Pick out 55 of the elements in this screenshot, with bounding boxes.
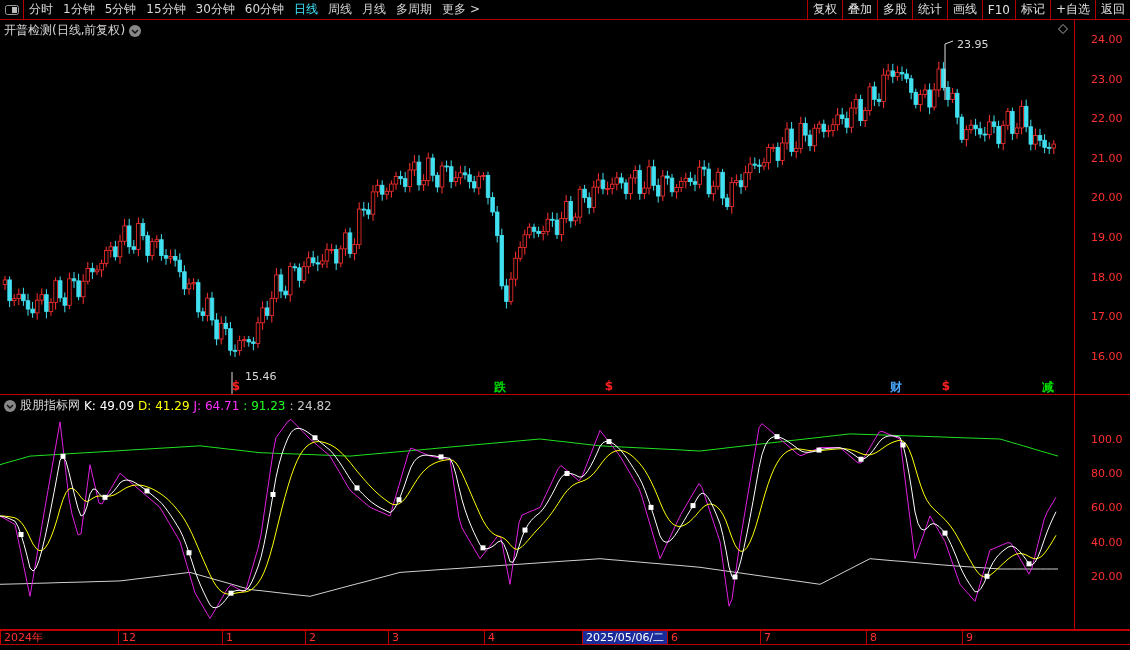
period-tab[interactable]: 1分钟	[58, 0, 100, 19]
period-tab[interactable]: 多周期	[391, 0, 438, 19]
indicator-reading: D: 41.29	[138, 398, 190, 413]
date-axis-label: 1	[222, 631, 236, 644]
date-axis-label: 4	[484, 631, 498, 644]
price-axis-label: 24.00	[1091, 32, 1123, 46]
event-marker: $	[231, 379, 241, 393]
period-tab[interactable]: 5分钟	[99, 0, 142, 19]
indicator-axis-label: 100.0	[1091, 432, 1123, 446]
price-axis-label: 22.00	[1091, 111, 1123, 125]
event-marker: $	[604, 379, 614, 393]
diamond-icon[interactable]	[1058, 24, 1068, 34]
date-axis-label: 12	[118, 631, 139, 644]
date-axis-label: 2025/05/06/二	[582, 631, 668, 644]
high-price-label: 23.95	[957, 38, 989, 51]
date-axis-label: 3	[388, 631, 402, 644]
low-price-label: 15.46	[245, 370, 277, 383]
period-tab[interactable]: 更多 >	[437, 0, 485, 19]
period-tab[interactable]: 15分钟	[141, 0, 191, 19]
indicator-axis-label: 40.00	[1091, 535, 1123, 549]
period-tab[interactable]: 月线	[357, 0, 392, 19]
period-tab[interactable]: 30分钟	[190, 0, 240, 19]
dropdown-circle-icon[interactable]	[129, 24, 142, 37]
indicator-reading: J: 64.71	[193, 398, 240, 413]
indicator-name: 股朋指标网	[20, 397, 80, 414]
event-marker: 跌	[494, 379, 506, 396]
date-axis-label: 8	[866, 631, 880, 644]
indicator-reading: K: 49.09	[84, 398, 135, 413]
price-axis-label: 17.00	[1091, 309, 1123, 323]
price-axis-label: 16.00	[1091, 349, 1123, 363]
date-axis-label: 7	[760, 631, 774, 644]
date-axis-label: 6	[667, 631, 681, 644]
date-axis-label: 2024年	[0, 631, 46, 644]
price-axis-label: 23.00	[1091, 72, 1123, 86]
indicator-axis-label: 80.00	[1091, 466, 1123, 480]
dropdown-circle-icon[interactable]	[4, 399, 16, 412]
period-tab[interactable]: 60分钟	[239, 0, 290, 19]
period-tab[interactable]: 周线	[323, 0, 358, 19]
indicator-axis-label: 20.00	[1091, 569, 1123, 583]
indicator-axis-label: 60.00	[1091, 500, 1123, 514]
event-marker: 减	[1042, 379, 1054, 396]
chart-title: 开普检测(日线,前复权)	[4, 22, 126, 39]
date-axis-label: 9	[962, 631, 976, 644]
event-marker: 财	[890, 379, 902, 396]
panel-toggle-icon	[4, 4, 19, 15]
price-axis-label: 21.00	[1091, 151, 1123, 165]
price-axis-label: 18.00	[1091, 270, 1123, 284]
period-tab[interactable]: 日线	[289, 0, 324, 19]
period-tab[interactable]: 分时	[24, 0, 58, 19]
indicator-reading: : 91.23	[243, 398, 286, 413]
date-axis-label: 2	[305, 631, 319, 644]
indicator-reading: : 24.82	[289, 398, 332, 413]
price-axis-label: 20.00	[1091, 190, 1123, 204]
event-marker: $	[941, 379, 951, 393]
price-axis-label: 19.00	[1091, 230, 1123, 244]
